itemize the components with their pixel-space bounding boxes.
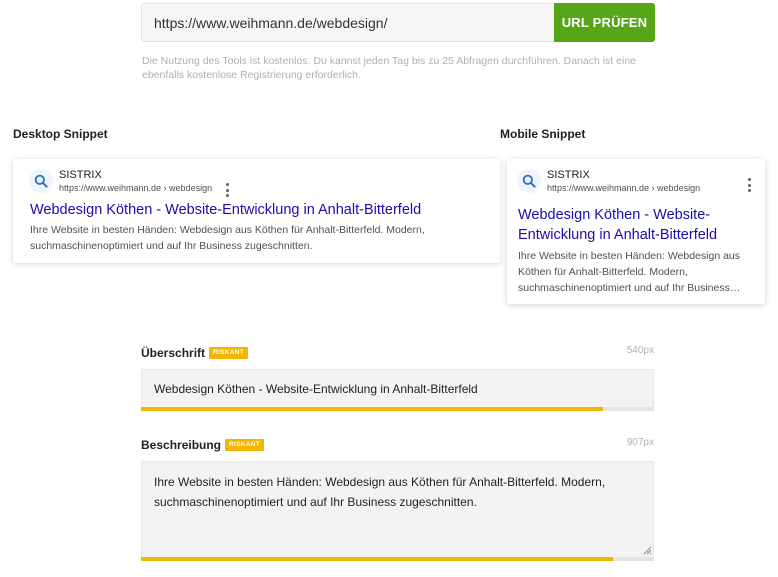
headline-field-label: Überschrift RISKANT (141, 346, 249, 360)
headline-pixel-count: 540px (626, 345, 654, 356)
mobile-snippet-card: SISTRIX https://www.weihmann.de › webdes… (507, 159, 765, 304)
kebab-menu-icon[interactable] (747, 178, 751, 192)
snippet-site-url: https://www.weihmann.de › webdesign (59, 183, 213, 193)
url-check-bar: URL PRÜFEN (141, 3, 655, 42)
description-label-text: Beschreibung (141, 438, 222, 452)
check-url-button[interactable]: URL PRÜFEN (554, 3, 655, 42)
mobile-snippet-description: Ihre Website in besten Händen: Webdesign… (518, 250, 741, 294)
headline-risk-badge: RISKANT (209, 347, 249, 359)
usage-notice: Die Nutzung des Tools ist kostenlos. Du … (142, 55, 636, 81)
snippet-site-row: SISTRIX https://www.weihmann.de › webdes… (517, 169, 700, 195)
description-risk-badge: RISKANT (225, 439, 265, 451)
headline-label-text: Überschrift (141, 346, 206, 360)
url-input[interactable] (141, 3, 554, 42)
description-field-label: Beschreibung RISKANT (141, 438, 265, 452)
snippet-site-name: SISTRIX (59, 169, 102, 181)
description-length-bar (141, 557, 654, 561)
kebab-menu-icon[interactable] (225, 183, 229, 197)
mobile-snippet-title[interactable]: Webdesign Köthen - Website-Entwicklung i… (518, 205, 748, 245)
snippet-site-url: https://www.weihmann.de › webdesign (547, 183, 701, 193)
description-textarea[interactable]: Ihre Website in besten Händen: Webdesign… (141, 461, 654, 557)
search-icon (29, 169, 53, 193)
snippet-site-row: SISTRIX https://www.weihmann.de › webdes… (29, 169, 212, 195)
desktop-snippet-description: Ihre Website in besten Händen: Webdesign… (30, 224, 425, 252)
headline-input[interactable] (141, 369, 654, 407)
headline-length-fill (141, 407, 603, 411)
desktop-snippet-heading: Desktop Snippet (13, 127, 108, 141)
description-pixel-count: 907px (626, 437, 654, 448)
headline-length-bar (141, 407, 654, 411)
resize-grip-icon[interactable] (642, 545, 652, 555)
search-icon (517, 169, 541, 193)
desktop-snippet-card: SISTRIX https://www.weihmann.de › webdes… (13, 159, 500, 263)
snippet-site-name: SISTRIX (547, 169, 590, 181)
description-length-fill (141, 557, 613, 561)
desktop-snippet-title[interactable]: Webdesign Köthen - Website-Entwicklung i… (30, 200, 490, 220)
mobile-snippet-heading: Mobile Snippet (500, 127, 586, 141)
